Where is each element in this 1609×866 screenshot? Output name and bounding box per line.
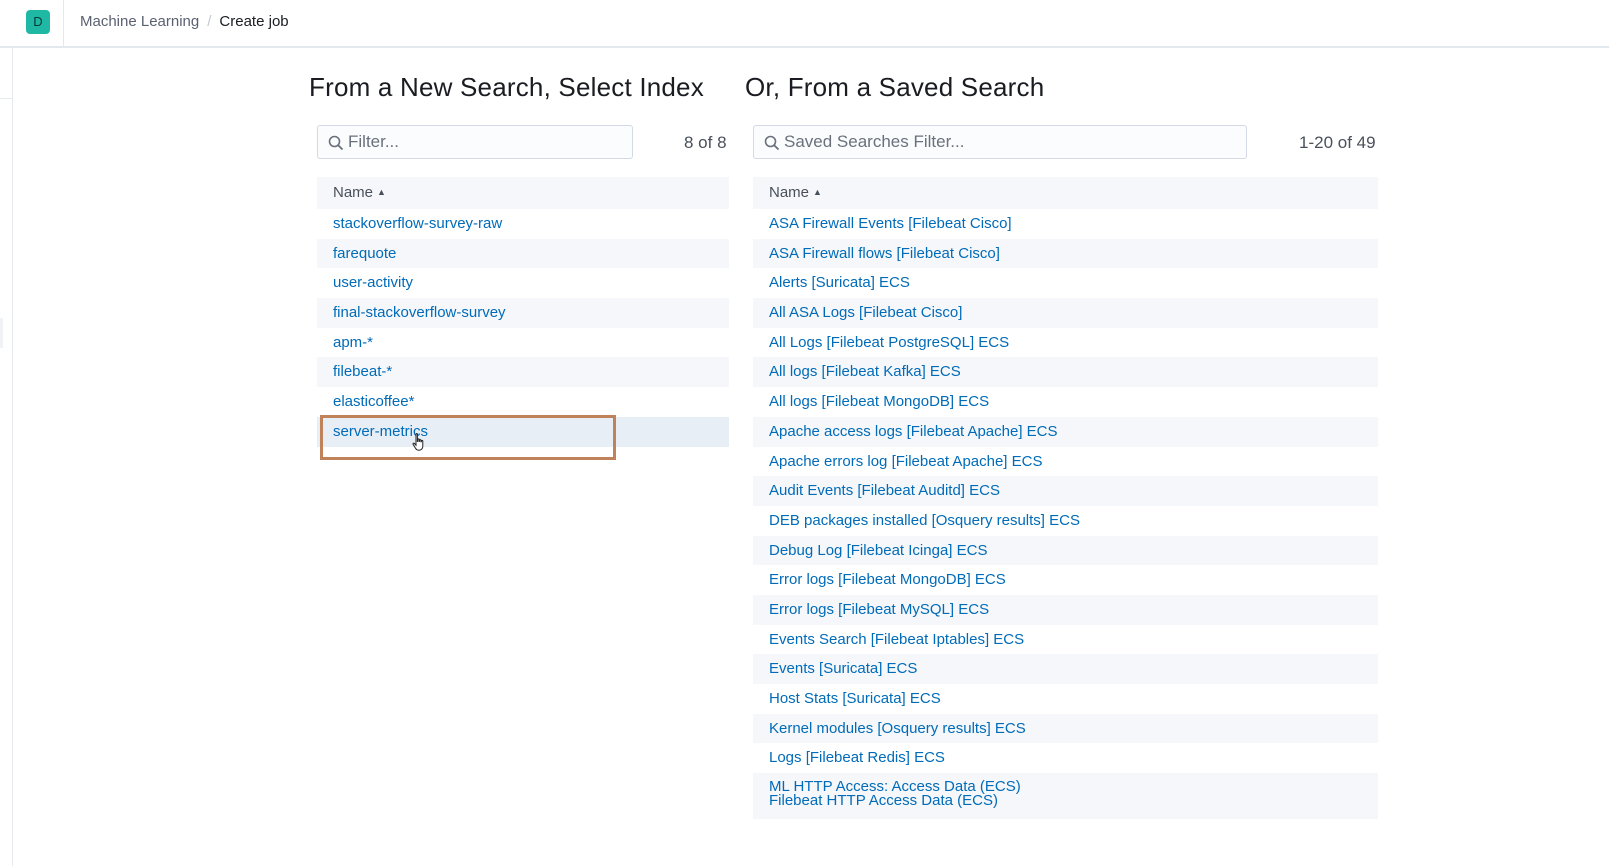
saved-search-label: ASA Firewall Events [Filebeat Cisco] — [769, 215, 1012, 232]
saved-search-row[interactable]: Events Search [Filebeat Iptables] ECS — [753, 625, 1378, 655]
saved-search-row[interactable]: Alerts [Suricata] ECS — [753, 268, 1378, 298]
saved-search-row[interactable]: Error logs [Filebeat MySQL] ECS — [753, 594, 1378, 625]
index-name-column-header[interactable]: Name ▲ — [317, 177, 729, 209]
saved-search-row[interactable]: Audit Events [Filebeat Auditd] ECS — [753, 476, 1378, 506]
index-row[interactable]: user-activity — [317, 268, 729, 298]
search-icon — [764, 135, 780, 151]
topbar-divider — [63, 0, 64, 46]
index-count: 8 of 8 — [684, 133, 727, 152]
breadcrumb-create-job: Create job — [219, 13, 289, 30]
breadcrumb: Machine Learning / Create job — [80, 13, 289, 30]
saved-search-row[interactable]: Host Stats [Suricata] ECS — [753, 684, 1378, 714]
saved-search-count: 1-20 of 49 — [1299, 133, 1376, 152]
saved-search-row[interactable]: All ASA Logs [Filebeat Cisco] — [753, 298, 1378, 328]
index-row[interactable]: filebeat-* — [317, 357, 729, 388]
saved-search-label: Debug Log [Filebeat Icinga] ECS — [769, 541, 988, 559]
index-row[interactable]: final-stackoverflow-survey — [317, 298, 729, 328]
index-row-label: elasticoffee* — [333, 393, 415, 411]
saved-search-row[interactable]: DEB packages installed [Osquery results]… — [753, 506, 1378, 536]
index-filter-input[interactable] — [348, 126, 626, 158]
pointer-hand-icon — [412, 433, 424, 451]
saved-name-column-header[interactable]: Name ▲ — [753, 177, 1378, 209]
breadcrumb-separator: / — [207, 13, 212, 30]
saved-search-label: ASA Firewall flows [Filebeat Cisco] — [769, 244, 1000, 262]
index-row-label: user-activity — [333, 274, 414, 292]
saved-search-label: ML HTTP Access: Access Data (ECS) Filebe… — [769, 778, 1021, 810]
search-icon — [328, 135, 344, 151]
index-filter[interactable] — [317, 125, 633, 159]
side-nav-handle — [0, 318, 3, 348]
saved-search-label: Events Search [Filebeat Iptables] ECS — [769, 630, 1025, 648]
saved-search-label: Logs [Filebeat Redis] ECS — [769, 749, 945, 767]
saved-search-label: Apache access logs [Filebeat Apache] ECS — [769, 422, 1058, 440]
saved-search-row[interactable]: Apache access logs [Filebeat Apache] ECS — [753, 416, 1378, 447]
saved-search-label: All logs [Filebeat MongoDB] ECS — [769, 393, 990, 411]
saved-search-row[interactable]: ASA Firewall Events [Filebeat Cisco] — [753, 209, 1378, 239]
breadcrumb-machine-learning[interactable]: Machine Learning — [80, 13, 199, 30]
index-row-label: stackoverflow-survey-raw — [333, 215, 503, 232]
saved-search-label: Error logs [Filebeat MySQL] ECS — [769, 600, 990, 618]
index-row[interactable]: stackoverflow-survey-raw — [317, 209, 729, 239]
index-row[interactable]: farequote — [317, 238, 729, 269]
saved-search-label: All ASA Logs [Filebeat Cisco] — [769, 304, 963, 322]
index-row[interactable]: elasticoffee* — [317, 387, 729, 417]
sort-ascending-icon: ▲ — [813, 187, 822, 197]
column-header-label: Name — [333, 184, 374, 201]
saved-search-row[interactable]: ASA Firewall flows [Filebeat Cisco] — [753, 238, 1378, 269]
saved-panel-title: Or, From a Saved Search — [745, 72, 1045, 102]
saved-search-row[interactable]: All Logs [Filebeat PostgreSQL] ECS — [753, 328, 1378, 358]
saved-search-label: Kernel modules [Osquery results] ECS — [769, 719, 1026, 737]
index-row-server-metrics[interactable]: server-metrics — [317, 416, 729, 447]
top-bar: D Machine Learning / Create job — [0, 0, 1609, 48]
saved-search-filter[interactable] — [753, 125, 1247, 159]
column-header-label: Name — [769, 184, 810, 201]
saved-search-label: Error logs [Filebeat MongoDB] ECS — [769, 571, 1006, 589]
saved-search-label: Events [Suricata] ECS — [769, 660, 918, 678]
saved-search-row[interactable]: All logs [Filebeat MongoDB] ECS — [753, 387, 1378, 417]
saved-search-label: Apache errors log [Filebeat Apache] ECS — [769, 452, 1043, 470]
saved-search-row[interactable]: Apache errors log [Filebeat Apache] ECS — [753, 447, 1378, 477]
index-row-label: final-stackoverflow-survey — [333, 304, 506, 322]
saved-search-label: Alerts [Suricata] ECS — [769, 274, 910, 292]
saved-search-filter-input[interactable] — [784, 126, 1240, 158]
index-row-label: filebeat-* — [333, 363, 393, 381]
sort-ascending-icon: ▲ — [377, 187, 386, 197]
saved-search-row[interactable]: Logs [Filebeat Redis] ECS — [753, 743, 1378, 773]
space-avatar[interactable]: D — [26, 10, 50, 34]
index-table: Name ▲ stackoverflow-survey-raw farequote… — [317, 177, 729, 447]
side-nav-divider — [0, 98, 12, 99]
saved-search-label: DEB packages installed [Osquery results]… — [769, 511, 1080, 529]
saved-search-row[interactable]: Kernel modules [Osquery results] ECS — [753, 713, 1378, 744]
saved-search-table: Name ▲ ASA Firewall Events [Filebeat Cisc… — [753, 177, 1378, 820]
side-nav-border — [12, 48, 13, 866]
index-row-label: farequote — [333, 244, 397, 262]
saved-search-label: Host Stats [Suricata] ECS — [769, 690, 941, 707]
index-row[interactable]: apm-* — [317, 328, 729, 358]
saved-search-row[interactable]: Debug Log [Filebeat Icinga] ECS — [753, 535, 1378, 566]
saved-search-row[interactable]: All logs [Filebeat Kafka] ECS — [753, 357, 1378, 388]
saved-search-label: All Logs [Filebeat PostgreSQL] ECS — [769, 333, 1010, 351]
saved-search-label: All logs [Filebeat Kafka] ECS — [769, 363, 961, 381]
saved-search-row[interactable]: Events [Suricata] ECS — [753, 654, 1378, 684]
index-row-label: apm-* — [333, 333, 374, 351]
index-panel-title: From a New Search, Select Index — [309, 72, 704, 102]
saved-search-row[interactable]: Error logs [Filebeat MongoDB] ECS — [753, 565, 1378, 595]
saved-search-row[interactable]: ML HTTP Access: Access Data (ECS) Filebe… — [753, 773, 1378, 820]
saved-search-label: Audit Events [Filebeat Auditd] ECS — [769, 482, 1000, 500]
